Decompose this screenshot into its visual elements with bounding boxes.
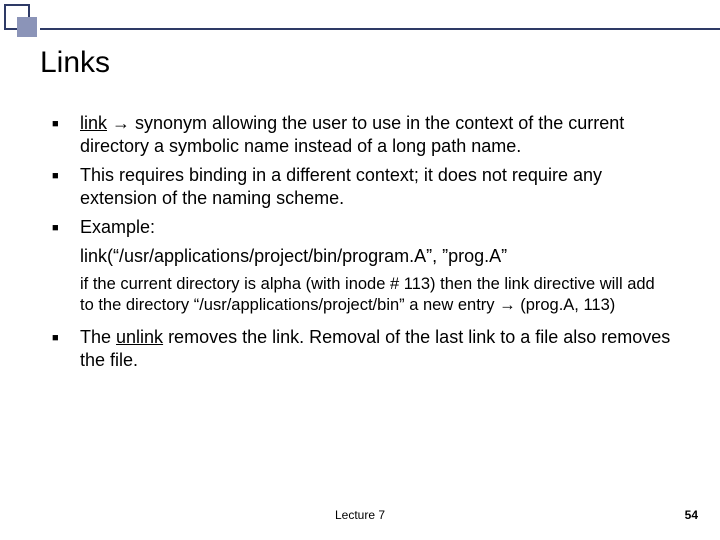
square-fill-icon (17, 17, 37, 37)
link-keyword: link (80, 113, 107, 133)
bullet-item: ■ The unlink removes the link. Removal o… (52, 326, 672, 372)
bullet-text: This requires binding in a different con… (80, 164, 672, 210)
slide-title: Links (40, 46, 110, 80)
bullet-icon: ■ (52, 216, 80, 239)
slide: Links ■ link → synonym allowing the user… (0, 0, 720, 540)
slide-body: ■ link → synonym allowing the user to us… (52, 112, 672, 378)
bullet-text: link → synonym allowing the user to use … (80, 112, 672, 158)
bullet-item: ■ This requires binding in a different c… (52, 164, 672, 210)
bullet-icon: ■ (52, 326, 80, 372)
bullet-item: ■ Example: (52, 216, 672, 239)
bullet-icon: ■ (52, 112, 80, 158)
unlink-keyword: unlink (116, 327, 163, 347)
bullet-text-rest: → synonym allowing the user to use in th… (80, 113, 624, 156)
bullet-text-pre: The (80, 327, 116, 347)
bullet-item: ■ link → synonym allowing the user to us… (52, 112, 672, 158)
footer-page-number: 54 (685, 508, 698, 522)
code-line: link(“/usr/applications/project/bin/prog… (80, 245, 672, 268)
header-rule (40, 28, 720, 30)
sub-note: if the current directory is alpha (with … (80, 274, 672, 316)
footer-lecture: Lecture 7 (0, 508, 720, 522)
bullet-icon: ■ (52, 164, 80, 210)
bullet-text: Example: (80, 216, 672, 239)
bullet-text-post: removes the link. Removal of the last li… (80, 327, 670, 370)
bullet-text: The unlink removes the link. Removal of … (80, 326, 672, 372)
